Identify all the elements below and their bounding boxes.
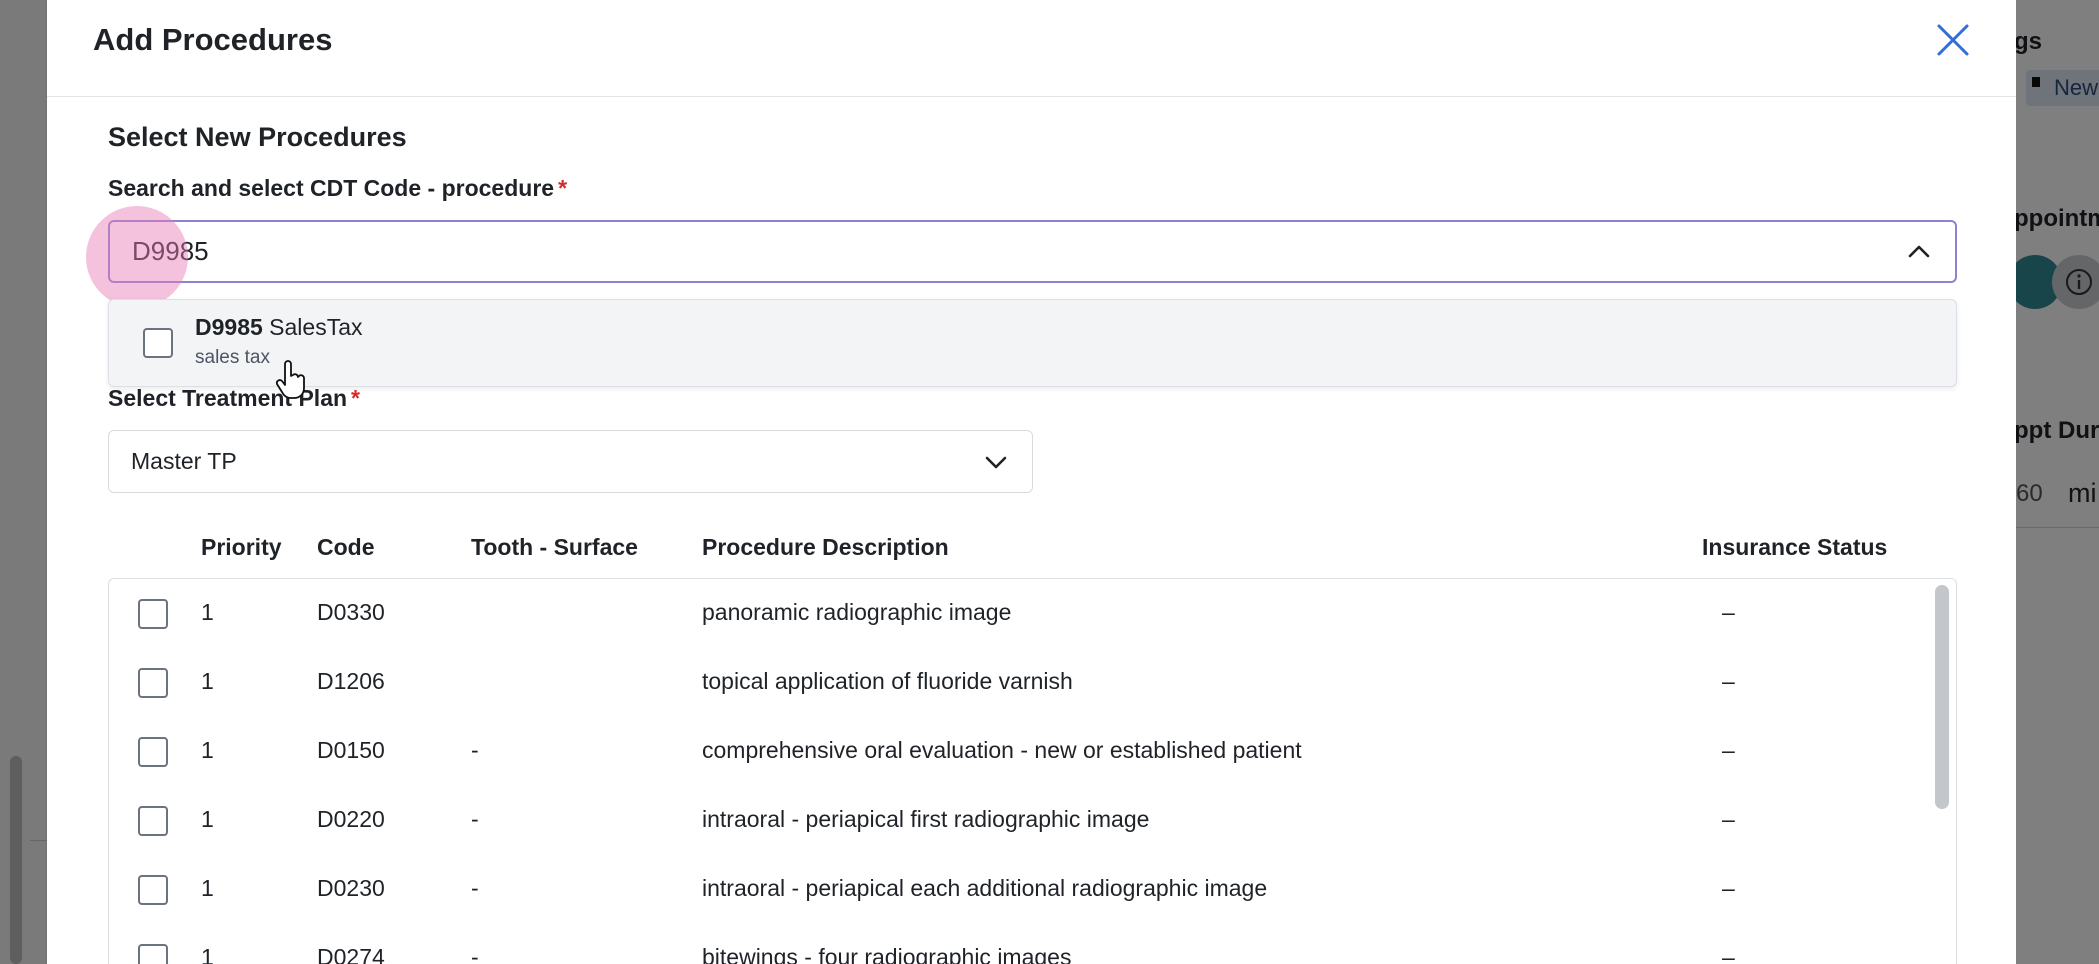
row-checkbox[interactable] [138, 737, 168, 767]
cell-description: intraoral - periapical each additional r… [702, 875, 1268, 901]
result-name: SalesTax [269, 314, 363, 340]
cell-description: intraoral - periapical first radiographi… [702, 806, 1150, 832]
cell-insurance-status: – [1722, 737, 1735, 763]
cell-tooth-surface: - [471, 737, 479, 763]
row-checkbox[interactable] [138, 875, 168, 905]
cell-priority: 1 [201, 737, 214, 763]
modal-title: Add Procedures [93, 22, 333, 57]
plan-label: Select Treatment Plan * [108, 385, 360, 412]
column-header-insurance-status[interactable]: Insurance Status [1702, 534, 1887, 561]
table-row[interactable]: 1 D0274 - bitewings - four radiographic … [109, 924, 1929, 964]
required-asterisk: * [351, 385, 360, 411]
cell-description: comprehensive oral evaluation - new or e… [702, 737, 1302, 763]
treatment-plan-value: Master TP [131, 448, 237, 474]
cell-priority: 1 [201, 944, 214, 964]
result-code: D9985 [195, 314, 263, 340]
search-label-text: Search and select CDT Code - procedure [108, 175, 555, 201]
chevron-up-icon[interactable] [1905, 238, 1933, 266]
table-scrollbar[interactable] [1935, 585, 1949, 809]
cell-code: D0230 [317, 875, 385, 901]
cell-tooth-surface: - [471, 944, 479, 964]
table-row[interactable]: 1 D0330 panoramic radiographic image – [109, 579, 1929, 648]
result-description: sales tax [195, 347, 270, 368]
table-row[interactable]: 1 D0230 - intraoral - periapical each ad… [109, 855, 1929, 924]
search-label: Search and select CDT Code - procedure * [108, 175, 567, 202]
cell-description: panoramic radiographic image [702, 599, 1012, 625]
cell-description: bitewings - four radiographic images [702, 944, 1072, 964]
plan-label-text: Select Treatment Plan [108, 385, 348, 411]
column-header-tooth-surface[interactable]: Tooth - Surface [471, 534, 638, 561]
table-row[interactable]: 1 D1206 topical application of fluoride … [109, 648, 1929, 717]
cell-code: D0220 [317, 806, 385, 832]
cdt-search-input[interactable] [132, 222, 1832, 281]
column-header-description[interactable]: Procedure Description [702, 534, 949, 561]
cdt-search-combobox[interactable] [108, 220, 1957, 283]
required-asterisk: * [558, 175, 568, 201]
cell-code: D0330 [317, 599, 385, 625]
cell-insurance-status: – [1722, 875, 1735, 901]
row-checkbox[interactable] [138, 806, 168, 836]
treatment-plan-select[interactable]: Master TP [108, 430, 1033, 493]
cell-insurance-status: – [1722, 944, 1735, 964]
row-checkbox[interactable] [138, 944, 168, 964]
result-checkbox[interactable] [143, 328, 173, 358]
cell-code: D1206 [317, 668, 385, 694]
cell-insurance-status: – [1722, 599, 1735, 625]
row-checkbox[interactable] [138, 668, 168, 698]
cell-priority: 1 [201, 599, 214, 625]
close-icon[interactable] [1933, 20, 1973, 60]
cell-priority: 1 [201, 668, 214, 694]
result-option[interactable]: D9985 SalesTax [195, 314, 363, 341]
cell-priority: 1 [201, 875, 214, 901]
procedures-table: 1 D0330 panoramic radiographic image – 1… [108, 578, 1957, 964]
cell-description: topical application of fluoride varnish [702, 668, 1073, 694]
cell-code: D0274 [317, 944, 385, 964]
add-procedures-modal: Add Procedures Select New Procedures Sea… [47, 0, 2016, 964]
column-header-priority[interactable]: Priority [201, 534, 282, 561]
modal-header: Add Procedures [47, 0, 2016, 97]
table-row[interactable]: 1 D0150 - comprehensive oral evaluation … [109, 717, 1929, 786]
column-header-code[interactable]: Code [317, 534, 375, 561]
hand-cursor-icon [275, 360, 305, 399]
cell-priority: 1 [201, 806, 214, 832]
cell-tooth-surface: - [471, 806, 479, 832]
chevron-down-icon[interactable] [982, 448, 1010, 476]
cell-insurance-status: – [1722, 806, 1735, 832]
section-title: Select New Procedures [108, 122, 407, 152]
search-results-dropdown: D9985 SalesTax sales tax [108, 299, 1957, 387]
table-row[interactable]: 1 D0220 - intraoral - periapical first r… [109, 786, 1929, 855]
cell-insurance-status: – [1722, 668, 1735, 694]
cell-tooth-surface: - [471, 875, 479, 901]
cell-code: D0150 [317, 737, 385, 763]
row-checkbox[interactable] [138, 599, 168, 629]
